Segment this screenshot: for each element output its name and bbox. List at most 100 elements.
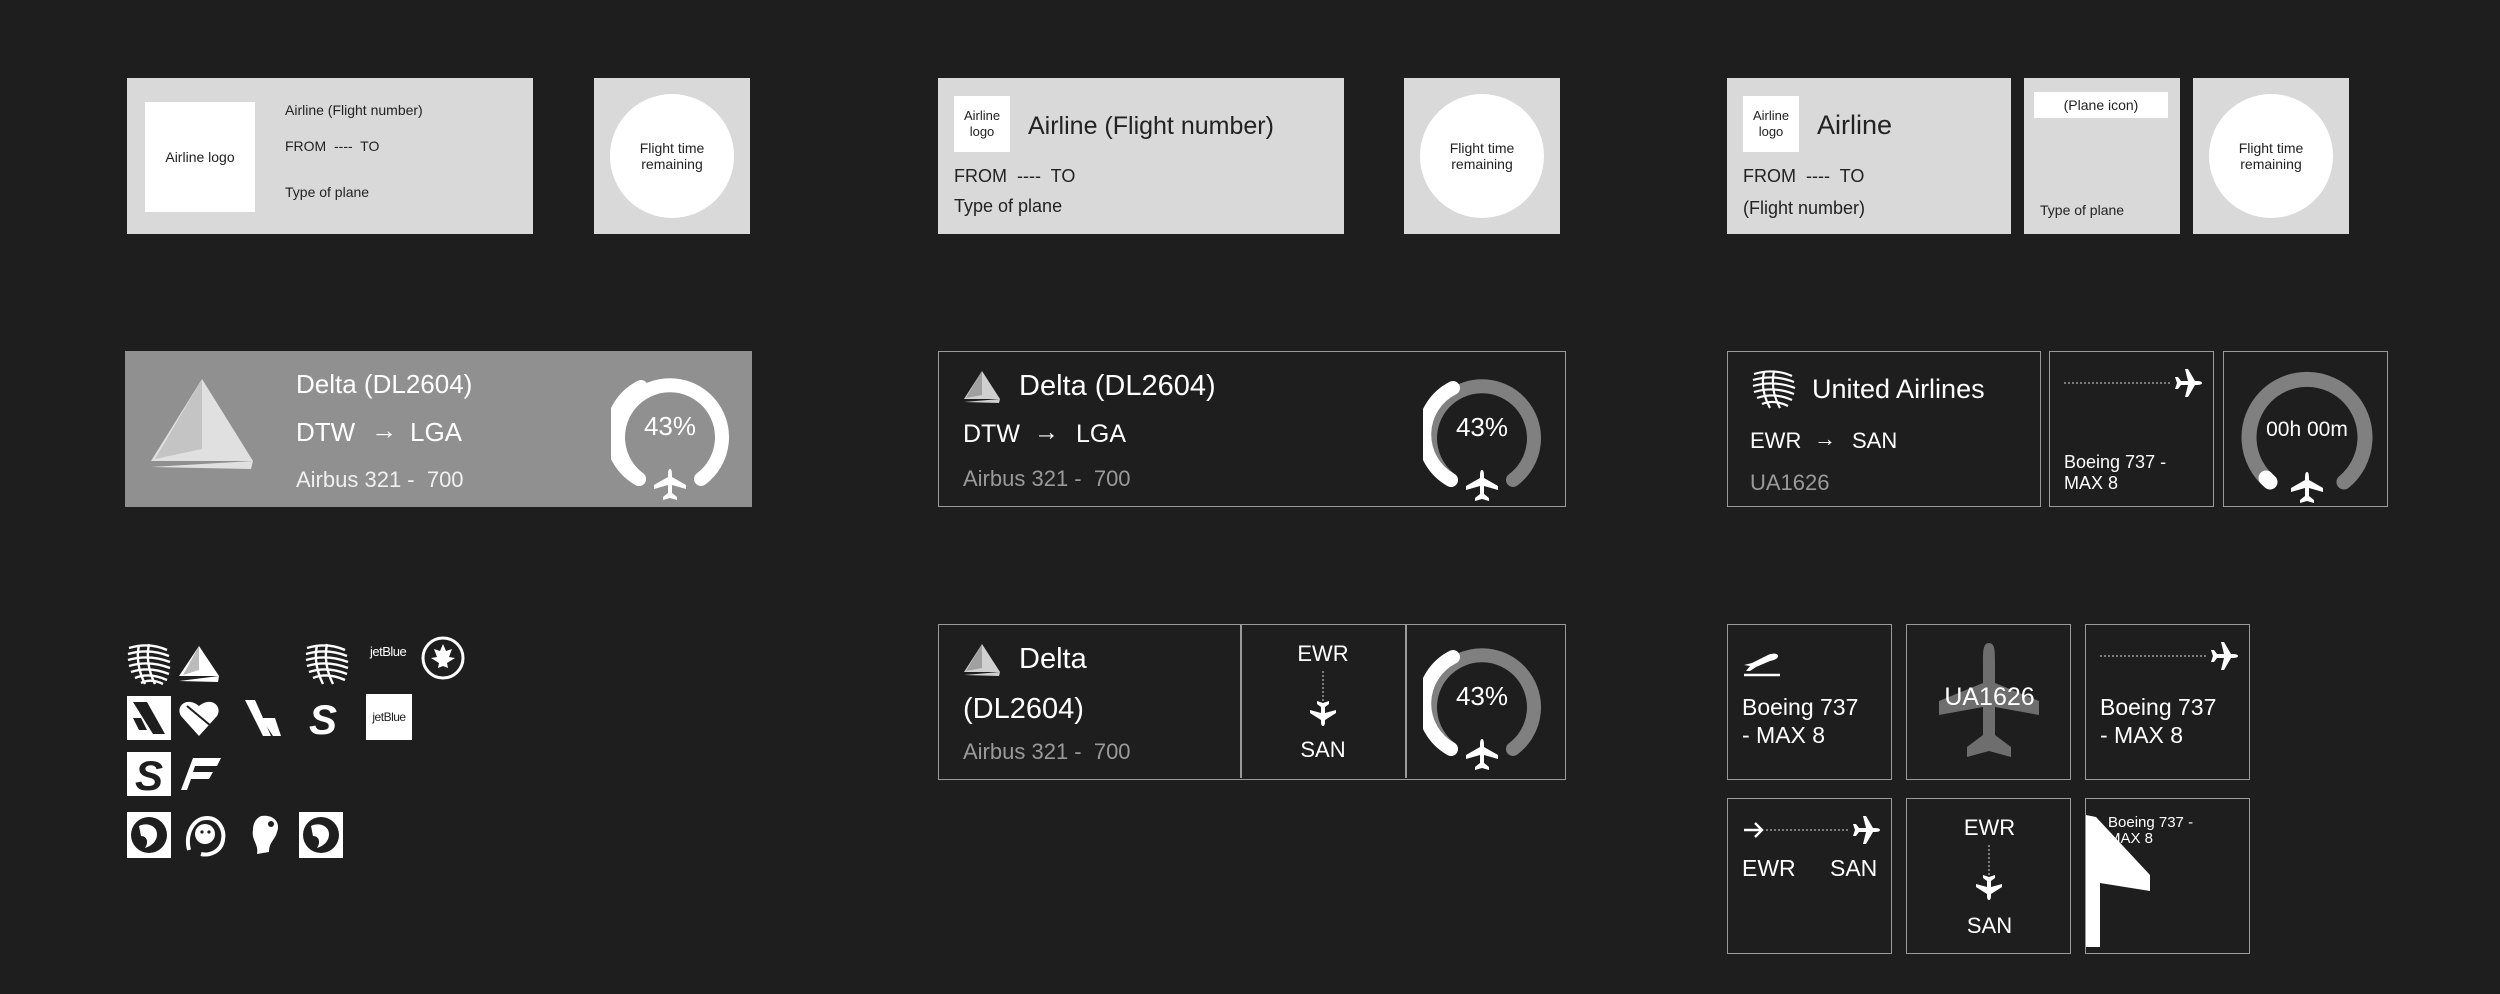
- time-remaining-ring: 00h 00m: [2240, 364, 2374, 504]
- progress-ring: 43%: [1423, 637, 1541, 773]
- wireframe-card-c: Airline logo Airline FROM ---- TO (Fligh…: [1727, 78, 2011, 234]
- flight-path-icon: [2100, 641, 2240, 671]
- route-from: EWR: [1963, 815, 2016, 840]
- delta-logo-icon: [963, 370, 1001, 404]
- plane-icon: [1466, 739, 1498, 770]
- spirit-logo-icon: S: [127, 752, 171, 796]
- arrow-right-icon: →: [1034, 418, 1059, 446]
- arrow-right-icon: →: [1814, 426, 1836, 451]
- progress-label: 43%: [1455, 412, 1509, 442]
- route-to: SAN: [1830, 855, 1878, 881]
- route-to: SAN: [1300, 737, 1346, 762]
- plane-type-label: Type of plane: [2040, 202, 2125, 218]
- jetblue-logo-box: jetBlue: [366, 694, 412, 740]
- american-airlines-logo-icon: [127, 696, 171, 740]
- airline-logo-placeholder: Airline logo: [1743, 96, 1799, 152]
- route-to: SAN: [1966, 913, 2013, 938]
- route-horizontal-icon: [1742, 815, 1882, 845]
- airline-name: United Airlines: [1812, 374, 1985, 404]
- flight-number: UA1626: [1750, 470, 1830, 495]
- wireframe-timer-c: Flight time remaining: [2193, 78, 2349, 234]
- delta-logo-icon: [963, 643, 1001, 677]
- alaska-logo-icon: [127, 812, 171, 858]
- tile-path-plane[interactable]: Boeing 737 - MAX 8: [2085, 624, 2250, 780]
- tile-flight-number[interactable]: UA1626: [1906, 624, 2071, 780]
- plane-type-label: Type of plane: [954, 196, 1063, 216]
- flight-title: Delta (DL2604): [296, 369, 473, 399]
- plane-type: Boeing 737 - MAX 8: [1742, 694, 1859, 748]
- plane-type: Airbus 321 - 700: [296, 467, 464, 492]
- united-timer-card[interactable]: 00h 00m: [2223, 351, 2388, 507]
- route-label: FROM ---- TO: [954, 166, 1076, 186]
- tile-departure-plane[interactable]: Boeing 737 - MAX 8: [1727, 624, 1892, 780]
- plane-type: Boeing 737 - MAX 8: [2100, 694, 2217, 748]
- united-globe-icon: [1750, 368, 1796, 410]
- progress-ring: 43%: [611, 367, 729, 503]
- route-label: FROM ---- TO: [1743, 166, 1865, 186]
- route-vertical-icon: [1305, 671, 1341, 727]
- delta-flight-card-dark[interactable]: Delta (DL2604) DTW → LGA Airbus 321 - 70…: [938, 351, 1566, 507]
- united-plane-card[interactable]: Boeing 737 - MAX 8: [2049, 351, 2214, 507]
- route-label: FROM ---- TO: [285, 138, 380, 154]
- airline-flight-label: Airline (Flight number): [1028, 112, 1274, 140]
- delta-logo-icon: [177, 644, 221, 684]
- plane-icon: [2291, 472, 2323, 503]
- airline-logo-set: jetBlue S jetBlue S: [127, 636, 477, 862]
- wireframe-plane-card: (Plane icon) Type of plane: [2024, 78, 2180, 234]
- wireframe-timer-a: Flight time remaining: [594, 78, 750, 234]
- flight-number: UA1626: [1944, 683, 2035, 711]
- arrow-right-icon: →: [371, 415, 397, 445]
- progress-label: 43%: [643, 411, 697, 441]
- route-to: SAN: [1852, 428, 1898, 453]
- time-remaining-label: 00h 00m: [2266, 418, 2348, 441]
- flight-title: Delta (DL2604): [1019, 370, 1216, 402]
- delta-logo-icon: [147, 377, 257, 473]
- departure-icon: [1742, 647, 1782, 677]
- plane-type: Boeing 737 - MAX 8: [2108, 814, 2194, 847]
- wireframe-card-a: Airline logo Airline (Flight number) FRO…: [127, 78, 533, 234]
- frontier-logo-icon: [181, 754, 225, 794]
- flight-number-label: (Flight number): [1743, 198, 1866, 218]
- route-to: LGA: [410, 417, 463, 447]
- svg-text:S: S: [135, 752, 163, 796]
- route-from: DTW: [963, 420, 1020, 448]
- tile-wing-plane[interactable]: Boeing 737 - MAX 8: [2085, 798, 2250, 954]
- route-from: DTW: [296, 417, 356, 447]
- alaska-eskimo-logo-icon: [183, 812, 227, 858]
- spirit-logo-icon: S: [301, 696, 345, 740]
- route-to: LGA: [1076, 420, 1127, 448]
- svg-text:S: S: [309, 696, 337, 740]
- progress-ring: 43%: [1423, 368, 1541, 504]
- wireframe-timer-b: Flight time remaining: [1404, 78, 1560, 234]
- plane-type: Airbus 321 - 700: [963, 739, 1131, 764]
- airline-name: Delta: [1019, 643, 1087, 675]
- tile-route-horizontal[interactable]: EWR SAN: [1727, 798, 1892, 954]
- route-from: EWR: [1297, 641, 1349, 666]
- delta-flight-card-split[interactable]: Delta (DL2604) Airbus 321 - 700 EWR SAN …: [938, 624, 1566, 780]
- united-logo-icon: [305, 642, 349, 686]
- tile-route-vertical[interactable]: EWR SAN: [1906, 798, 2071, 954]
- plane-type: Boeing 737 - MAX 8: [2064, 452, 2167, 493]
- flight-time-remaining-placeholder: Flight time remaining: [1420, 94, 1544, 218]
- route-vertical-icon: [1971, 845, 2007, 901]
- flight-path-icon: [2064, 368, 2204, 398]
- southwest-heart-logo-icon: [177, 696, 221, 740]
- hawaiian-logo-icon: [245, 812, 285, 858]
- delta-flight-card-gray[interactable]: Delta (DL2604) DTW → LGA Airbus 321 - 70…: [125, 351, 752, 507]
- plane-icon-placeholder: (Plane icon): [2034, 92, 2168, 118]
- airline-logo-placeholder: Airline logo: [954, 96, 1010, 152]
- divider: [1405, 625, 1407, 778]
- flight-time-remaining-placeholder: Flight time remaining: [610, 94, 734, 218]
- wireframe-card-b: Airline logo Airline (Flight number) FRO…: [938, 78, 1344, 234]
- alaska-logo-icon: [299, 812, 343, 858]
- airline-logo-placeholder: Airline logo: [145, 102, 255, 212]
- plane-icon: [1466, 470, 1498, 501]
- united-flight-card[interactable]: United Airlines EWR → SAN UA1626: [1727, 351, 2041, 507]
- plane-type-label: Type of plane: [285, 184, 370, 200]
- flight-time-remaining-placeholder: Flight time remaining: [2209, 94, 2333, 218]
- jetblue-logo-text: jetBlue: [370, 644, 407, 659]
- airline-flight-label: Airline (Flight number): [285, 102, 423, 118]
- plane-type: Airbus 321 - 700: [963, 466, 1131, 491]
- route-from: EWR: [1742, 855, 1796, 881]
- progress-label: 43%: [1455, 681, 1509, 711]
